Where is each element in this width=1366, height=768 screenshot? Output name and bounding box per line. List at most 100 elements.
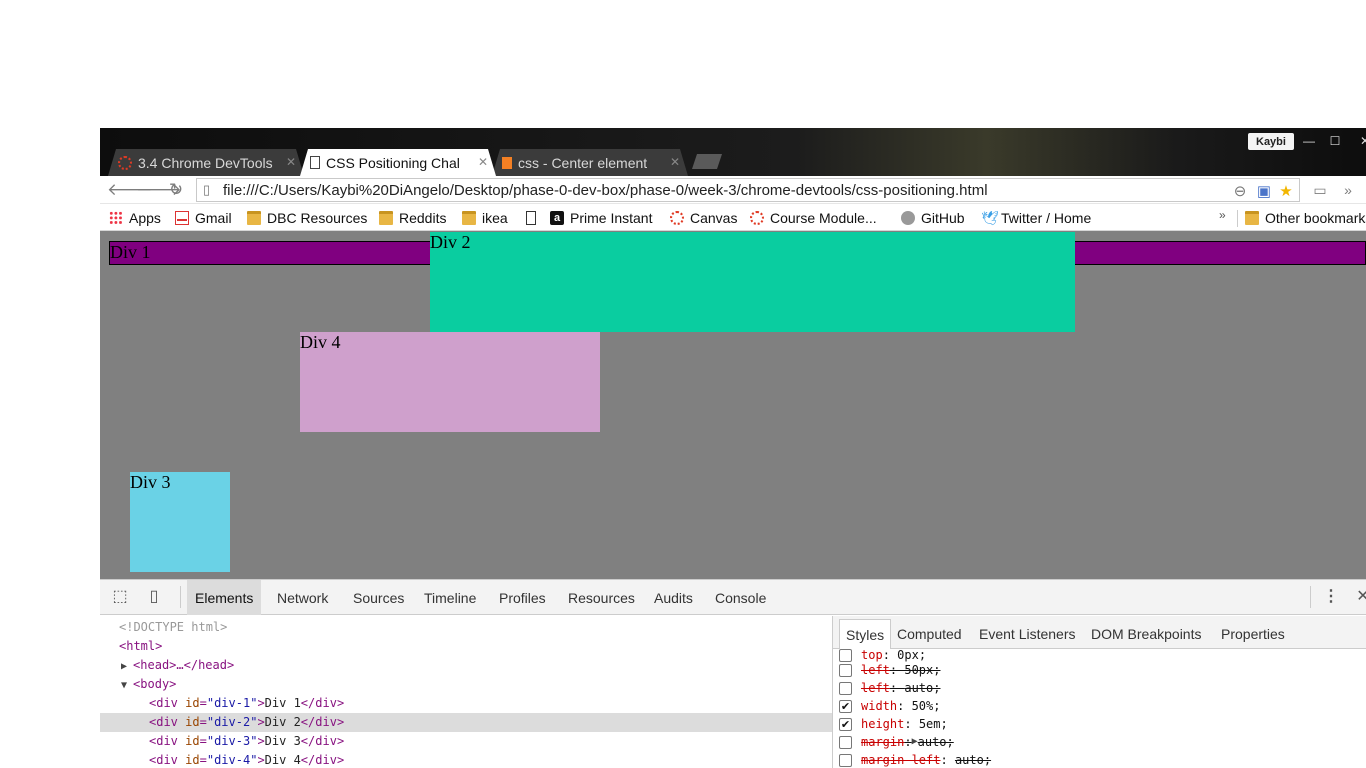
close-icon[interactable]: ✕ — [478, 155, 488, 169]
property-name[interactable]: width — [861, 697, 897, 715]
more-options-icon[interactable]: ⋮ — [1320, 586, 1342, 608]
cast-icon[interactable]: ▭ — [1309, 179, 1331, 201]
tab-css-positioning[interactable]: CSS Positioning Chal ✕ — [300, 149, 496, 176]
bookmark-label: Course Module... — [770, 209, 877, 226]
tab-devtools[interactable]: 3.4 Chrome DevTools ✕ — [108, 149, 304, 176]
stackoverflow-icon — [502, 157, 512, 169]
bookmark-page[interactable] — [524, 208, 544, 227]
back-button[interactable]: 🡐 — [107, 179, 153, 201]
minimize-button[interactable]: — — [1296, 133, 1322, 150]
property-value[interactable]: auto; — [955, 751, 991, 768]
page-icon — [310, 156, 320, 169]
close-icon[interactable]: ✕ — [286, 155, 296, 169]
elements-tree: <!DOCTYPE html> <html> ▶ <head>…</head> … — [100, 616, 832, 768]
tag-name: div — [315, 734, 337, 748]
property-value[interactable]: auto; — [904, 679, 940, 697]
property-checkbox[interactable] — [839, 753, 852, 767]
bookmark-apps[interactable]: Apps — [109, 208, 161, 227]
attr-value: div-1 — [214, 696, 251, 710]
tag-name: div — [156, 734, 178, 748]
bookmark-label: DBC Resources — [267, 209, 368, 226]
new-tab-button[interactable] — [692, 154, 722, 169]
property-name[interactable]: left — [861, 661, 890, 679]
dom-node-head[interactable]: ▶ <head>…</head> — [100, 656, 832, 675]
tag-text: <html> — [119, 639, 163, 653]
dom-node-html[interactable]: <html> — [100, 637, 832, 656]
property-checkbox[interactable] — [839, 648, 852, 662]
tab-elements[interactable]: Elements — [187, 580, 262, 615]
tab-event-listeners[interactable]: Event Listeners — [973, 619, 1082, 649]
property-checkbox[interactable]: ✔ — [839, 699, 852, 713]
tab-dom-breakpoints[interactable]: DOM Breakpoints — [1085, 619, 1207, 649]
property-name[interactable]: margin-left — [861, 751, 940, 768]
inspect-element-icon[interactable]: ⬚ — [109, 586, 131, 608]
property-value[interactable]: auto; — [918, 733, 954, 751]
style-prop-width: ✔ width: 50%; — [839, 697, 941, 715]
dom-node-div-1[interactable]: <div id="div-1">Div 1</div> — [100, 694, 832, 713]
bookmark-github[interactable]: GitHub — [901, 208, 965, 227]
tab-network[interactable]: Network — [269, 580, 336, 615]
address-bar[interactable]: ▯ file:///C:/Users/Kaybi%20DiAngelo/Desk… — [196, 178, 1300, 202]
div-2-box: Div 2 — [430, 232, 1075, 332]
close-devtools-icon[interactable]: ✕ — [1352, 586, 1366, 608]
bookmark-star-icon[interactable]: ★ — [1277, 183, 1295, 201]
node-text: Div 1 — [264, 696, 301, 710]
page-info-icon[interactable]: ▯ — [203, 183, 217, 197]
tab-sources[interactable]: Sources — [345, 580, 412, 615]
folder-icon — [247, 210, 261, 225]
close-window-button[interactable]: ✕ — [1352, 133, 1366, 150]
translate-icon[interactable]: ▣ — [1255, 183, 1273, 201]
tab-stackoverflow[interactable]: css - Center element ✕ — [492, 149, 688, 176]
property-value[interactable]: 5em; — [919, 715, 948, 733]
tag-text: <head>…</head> — [133, 658, 235, 672]
property-value[interactable]: 50%; — [912, 697, 941, 715]
dom-node-doctype[interactable]: <!DOCTYPE html> — [100, 618, 832, 637]
tab-audits[interactable]: Audits — [646, 580, 701, 615]
device-mode-icon[interactable]: ▯ — [143, 586, 165, 608]
maximize-button[interactable]: ☐ — [1322, 133, 1348, 150]
property-name[interactable]: height — [861, 715, 904, 733]
extensions-overflow-button[interactable]: » — [1337, 179, 1359, 201]
property-name[interactable]: margin — [861, 733, 904, 751]
tab-resources[interactable]: Resources — [560, 580, 643, 615]
bookmark-gmail[interactable]: Gmail — [175, 208, 232, 227]
bookmark-other[interactable]: Other bookmarks — [1245, 208, 1366, 227]
bookmark-course-modules[interactable]: Course Module... — [750, 208, 877, 227]
expand-arrow-icon[interactable]: ▶ — [121, 661, 133, 672]
bookmark-canvas[interactable]: Canvas — [670, 208, 737, 227]
property-checkbox[interactable] — [839, 663, 852, 677]
tab-timeline[interactable]: Timeline — [416, 580, 484, 615]
profile-button[interactable]: Kaybi — [1248, 133, 1294, 150]
bookmark-twitter[interactable]: 🕊 Twitter / Home — [981, 208, 1091, 227]
collapse-arrow-icon[interactable]: ▼ — [121, 680, 133, 691]
tab-console[interactable]: Console — [707, 580, 774, 615]
bookmark-prime-instant[interactable]: a Prime Instant — [550, 208, 652, 227]
bookmark-ikea[interactable]: ikea — [462, 208, 508, 227]
tab-title: CSS Positioning Chal — [326, 154, 460, 171]
property-checkbox[interactable]: ✔ — [839, 717, 852, 731]
tab-properties[interactable]: Properties — [1215, 619, 1291, 649]
reload-button[interactable]: ↻ — [165, 179, 187, 201]
zoom-icon[interactable]: ⊖ — [1231, 183, 1249, 201]
close-icon[interactable]: ✕ — [670, 155, 680, 169]
bookmark-label: ikea — [482, 209, 508, 226]
dom-node-div-4[interactable]: <div id="div-4">Div 4</div> — [100, 751, 832, 768]
canvas-icon — [750, 210, 764, 225]
tab-computed[interactable]: Computed — [891, 619, 968, 649]
property-value[interactable]: 50px; — [904, 661, 940, 679]
bookmark-dbc-resources[interactable]: DBC Resources — [247, 208, 367, 227]
tab-profiles[interactable]: Profiles — [491, 580, 554, 615]
property-checkbox[interactable] — [839, 681, 852, 695]
dom-node-body[interactable]: ▼ <body> — [100, 675, 832, 694]
forward-button[interactable]: 🡒 — [136, 179, 182, 201]
property-checkbox[interactable] — [839, 735, 852, 749]
property-name[interactable]: left — [861, 679, 890, 697]
tab-title: 3.4 Chrome DevTools — [138, 154, 273, 171]
dom-node-div-2[interactable]: <div id="div-2">Div 2</div> — [100, 713, 832, 732]
dom-node-div-3[interactable]: <div id="div-3">Div 3</div> — [100, 732, 832, 751]
bookmarks-overflow-button[interactable]: » — [1219, 208, 1226, 222]
bookmark-reddits[interactable]: Reddits — [379, 208, 446, 227]
bookmark-label: Gmail — [195, 209, 232, 226]
folder-icon — [462, 210, 476, 225]
tab-styles[interactable]: Styles — [839, 619, 892, 649]
